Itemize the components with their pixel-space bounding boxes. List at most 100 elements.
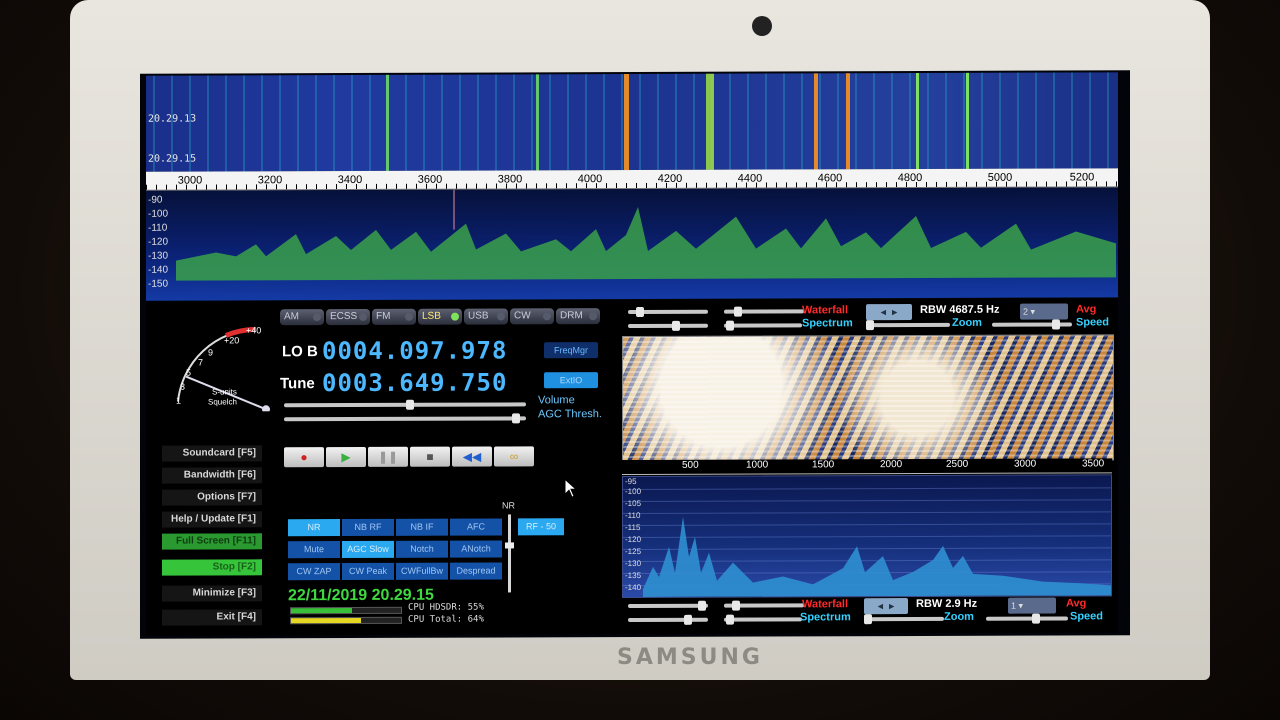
af-rbw-select[interactable]: 1 ▾ [1008, 597, 1056, 614]
mode-usb-button[interactable]: USB [464, 308, 508, 325]
cpu-hdsdr-bar [290, 606, 402, 615]
help-update-button[interactable]: Help / Update [F1] [162, 511, 262, 528]
smeter-units-label: S-units [212, 387, 237, 397]
mode-lsb-button[interactable]: LSB [418, 308, 462, 325]
tune-readout[interactable]: 0003.649.750 [322, 368, 507, 397]
af-zoom-slider[interactable] [864, 614, 944, 625]
options-button[interactable]: Options [F7] [162, 489, 262, 506]
af-waterfall[interactable] [622, 334, 1114, 463]
smeter-scale: 7 [198, 357, 204, 368]
af-rbw-label: RBW 2.9 Hz [916, 597, 978, 611]
db-label: -90 [148, 194, 163, 206]
rf-waterfall[interactable]: 20.29.13 20.29.15 [146, 72, 1118, 172]
mute-button[interactable]: Mute [288, 541, 340, 559]
rf-wf-slider-1[interactable] [628, 306, 708, 317]
loop-icon[interactable]: ∞ [494, 446, 534, 467]
agc-slow-button[interactable]: AGC Slow [342, 540, 394, 559]
afc-button[interactable]: AFC [450, 518, 502, 536]
nb-if-button[interactable]: NB IF [396, 518, 448, 536]
soundcard-button[interactable]: Soundcard [F5] [162, 445, 262, 462]
pause-icon[interactable]: ❚❚ [368, 446, 408, 467]
rf-rbw-select[interactable]: 2 ▾ [1020, 303, 1068, 320]
af-db-label: -130 [625, 558, 642, 569]
af-wf-slider-1[interactable] [628, 600, 708, 611]
af-ruler-label: 1500 [812, 459, 835, 471]
af-db-label: -100 [625, 486, 642, 497]
rf-speed-label: Speed [1076, 316, 1110, 329]
agc-slider[interactable] [284, 413, 526, 424]
agc-label: AGC Thresh. [538, 408, 602, 421]
smeter-scale: +40 [246, 325, 262, 336]
mode-ecss-button[interactable]: ECSS [326, 308, 370, 326]
ruler-label: 3800 [497, 173, 523, 186]
mode-drm-button[interactable]: DRM [556, 308, 600, 325]
freqmgr-button[interactable]: FreqMgr [544, 342, 598, 359]
lo-readout[interactable]: 0004.097.978 [322, 336, 507, 365]
play-icon[interactable]: ▶ [326, 446, 366, 468]
db-label: -140 [148, 264, 169, 276]
anotch-button[interactable]: ANotch [450, 540, 502, 558]
bandwidth-button[interactable]: Bandwidth [F6] [162, 467, 262, 484]
af-db-label: -140 [625, 582, 642, 593]
db-label: -100 [148, 208, 169, 220]
af-ruler-label: 2000 [880, 459, 903, 471]
af-sp-slider-2[interactable] [724, 614, 802, 625]
af-ruler: 500 1000 1500 2000 2500 3000 3500 [622, 458, 1112, 476]
nr-slider[interactable] [505, 514, 514, 593]
volume-slider[interactable] [284, 399, 526, 410]
af-db-label: -115 [625, 522, 641, 533]
mode-fm-button[interactable]: FM [372, 308, 416, 325]
laptop-screen: 20.29.13 20.29.15 3000 3200 3400 3600 38… [140, 70, 1130, 639]
smeter-scale: +20 [224, 335, 240, 346]
rf-sp-slider-1[interactable] [628, 320, 708, 331]
cw-zap-button[interactable]: CW ZAP [288, 563, 340, 581]
af-zoom-label: Zoom [944, 610, 974, 623]
nb-rf-button[interactable]: NB RF [342, 518, 394, 537]
ruler-label: 3600 [417, 173, 443, 186]
full-screen-button[interactable]: Full Screen [F11] [162, 533, 262, 550]
record-icon[interactable]: ● [284, 447, 324, 468]
extio-button[interactable]: ExtIO [544, 372, 598, 389]
wf-time-2: 20.29.15 [148, 153, 197, 165]
rf-gain-button[interactable]: RF - 50 [518, 518, 564, 536]
smeter-scale: 5 [186, 367, 192, 378]
rf-wf-slider-2[interactable] [724, 306, 804, 317]
af-wf-slider-2[interactable] [724, 600, 804, 611]
af-ruler-label: 3000 [1014, 458, 1037, 470]
nr-button[interactable]: NR [288, 519, 340, 537]
rf-speed-slider[interactable] [992, 319, 1072, 330]
smeter-scale: 1 [176, 395, 182, 406]
rf-spectrum[interactable]: -90 -100 -110 -120 -130 -140 -150 [146, 187, 1118, 301]
af-spectrum[interactable]: -95 -100 -105 -110 -115 -120 -125 -130 -… [622, 474, 1112, 599]
af-db-label: -95 [625, 476, 637, 487]
rf-zoom-slider[interactable] [866, 320, 950, 331]
af-ruler-label: 3500 [1082, 458, 1105, 470]
despread-button[interactable]: Despread [450, 562, 502, 580]
mode-am-button[interactable]: AM [280, 309, 324, 326]
af-speed-label: Speed [1070, 610, 1104, 623]
cpu-hdsdr-text: CPU HDSDR: 55% [408, 602, 484, 613]
ruler-label: 4200 [657, 172, 683, 185]
af-speed-slider[interactable] [986, 613, 1068, 624]
ruler-label: 4600 [817, 172, 843, 185]
stop-button[interactable]: Stop [F2] [162, 559, 262, 576]
af-db-label: -110 [625, 510, 641, 521]
rf-sp-slider-2[interactable] [724, 320, 802, 331]
exit-button[interactable]: Exit [F4] [162, 609, 262, 626]
rf-arrows[interactable]: ◄ ► [866, 304, 912, 321]
smeter-scale: 9 [208, 347, 214, 358]
af-sp-slider-1[interactable] [628, 614, 708, 625]
af-db-label: -120 [625, 534, 642, 545]
mode-cw-button[interactable]: CW [510, 308, 554, 325]
rewind-icon[interactable]: ◀◀ [452, 446, 492, 467]
ruler-label: 3000 [177, 174, 203, 187]
db-label: -130 [148, 250, 169, 262]
notch-button[interactable]: Notch [396, 540, 448, 558]
minimize-button[interactable]: Minimize [F3] [162, 585, 262, 602]
stop-icon[interactable]: ■ [410, 446, 450, 467]
webcam [752, 16, 772, 36]
af-arrows[interactable]: ◄ ► [864, 598, 908, 615]
cw-fullbw-button[interactable]: CWFullBw [396, 562, 448, 580]
nr-slider-label: NR [502, 500, 515, 511]
cw-peak-button[interactable]: CW Peak [342, 562, 394, 581]
